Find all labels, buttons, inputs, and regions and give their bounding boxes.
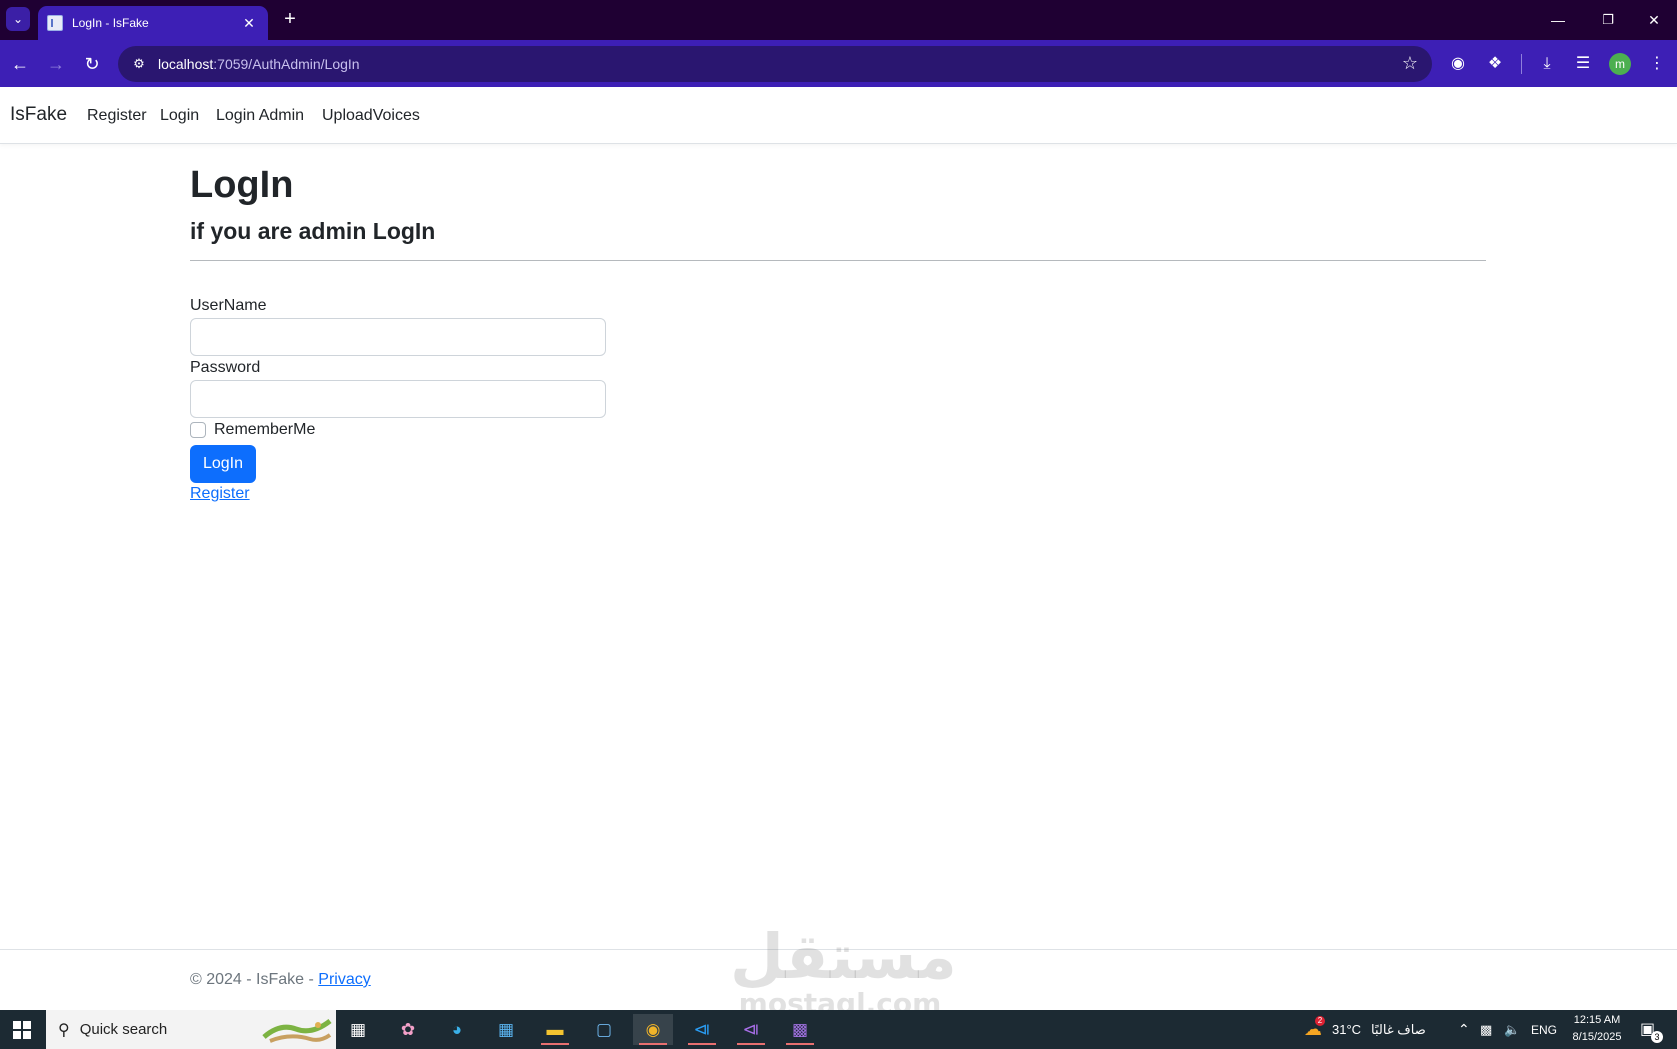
profile-avatar[interactable]: m xyxy=(1609,53,1631,75)
reload-icon[interactable]: ↻ xyxy=(78,50,106,78)
register-link[interactable]: Register xyxy=(190,485,250,503)
bookmark-star-icon[interactable]: ☆ xyxy=(1402,53,1418,74)
back-icon[interactable]: ← xyxy=(6,50,34,78)
menu-kebab-icon[interactable]: ⋮ xyxy=(1644,51,1670,77)
browser-tabbar: ⌄ LogIn - IsFake ✕ + — ❐ ✕ xyxy=(0,0,1677,40)
visual-studio-icon[interactable]: ⧏ xyxy=(731,1014,771,1045)
taskbar-search[interactable]: ⚲ Quick search xyxy=(46,1010,336,1049)
login-button[interactable]: LogIn xyxy=(190,445,256,483)
nav-link-upload-voices[interactable]: UploadVoices xyxy=(322,107,420,125)
reading-list-icon[interactable]: ☰ xyxy=(1570,51,1596,77)
tab-close-icon[interactable]: ✕ xyxy=(240,14,258,32)
terminal-icon[interactable]: ▩ xyxy=(780,1014,820,1045)
restore-icon[interactable]: ❐ xyxy=(1585,8,1631,32)
task-view-icon[interactable]: ▦ xyxy=(338,1014,378,1045)
clock-date: 8/15/2025 xyxy=(1572,1031,1622,1043)
site-navbar: IsFake Register Login Login Admin Upload… xyxy=(0,87,1677,144)
search-highlight-illustration xyxy=(262,1018,332,1043)
downloads-icon[interactable]: ⤓ xyxy=(1534,51,1560,77)
start-button[interactable] xyxy=(0,1010,44,1049)
nav-link-register[interactable]: Register xyxy=(87,107,147,125)
footer-copyright: © 2024 - IsFake - xyxy=(190,971,319,988)
browser-tab[interactable]: LogIn - IsFake ✕ xyxy=(38,6,268,40)
minimize-icon[interactable]: — xyxy=(1535,8,1581,32)
weather-badge: 2 xyxy=(1315,1016,1325,1026)
remember-me-row: RememberMe xyxy=(190,421,315,439)
password-label: Password xyxy=(190,359,261,376)
tab-search-icon[interactable]: ⌄ xyxy=(6,7,30,31)
app-laptop-icon[interactable]: ▢ xyxy=(584,1014,624,1045)
divider xyxy=(190,260,1486,261)
nav-link-login-admin[interactable]: Login Admin xyxy=(216,107,304,125)
password-input[interactable] xyxy=(190,380,606,418)
remember-me-label[interactable]: RememberMe xyxy=(214,421,315,439)
new-tab-icon[interactable]: + xyxy=(278,8,302,32)
url-path: :7059/AuthAdmin/LogIn xyxy=(213,56,360,72)
clock[interactable]: 12:15 AM 8/15/2025 xyxy=(1562,1012,1632,1046)
translate-icon[interactable]: ◉ xyxy=(1445,51,1471,77)
close-window-icon[interactable]: ✕ xyxy=(1631,8,1677,32)
page-favicon-icon xyxy=(47,15,63,31)
clock-time: 12:15 AM xyxy=(1573,1014,1621,1026)
edge-icon[interactable]: ◕ xyxy=(437,1014,477,1045)
page-title: LogIn xyxy=(190,164,294,206)
search-placeholder: Quick search xyxy=(79,1021,168,1038)
vscode-icon[interactable]: ⧏ xyxy=(682,1014,722,1045)
search-icon: ⚲ xyxy=(58,1021,70,1039)
windows-logo-icon xyxy=(13,1020,31,1039)
forward-icon[interactable]: → xyxy=(42,50,70,78)
weather-temp: 31°C xyxy=(1332,1022,1362,1037)
weather-widget[interactable]: ☁ 2 31°C صاف غالبًا xyxy=(1304,1010,1426,1049)
notification-count: 3 xyxy=(1651,1031,1663,1043)
copilot-icon[interactable]: ✿ xyxy=(388,1014,428,1045)
network-icon[interactable]: ▩ xyxy=(1480,1010,1492,1049)
screen: ⌄ LogIn - IsFake ✕ + — ❐ ✕ ← → ↻ ⚙ local… xyxy=(0,0,1677,1049)
tab-title: LogIn - IsFake xyxy=(72,16,149,30)
username-label: UserName xyxy=(190,297,267,314)
site-info-icon[interactable]: ⚙ xyxy=(128,53,150,75)
url-text: localhost:7059/AuthAdmin/LogIn xyxy=(158,56,360,72)
url-host: localhost xyxy=(158,56,214,72)
navbar-brand[interactable]: IsFake xyxy=(10,104,67,126)
page-subtitle: if you are admin LogIn xyxy=(190,218,436,244)
browser-toolbar: ← → ↻ ⚙ localhost:7059/AuthAdmin/LogIn ☆… xyxy=(0,40,1677,87)
weather-text: صاف غالبًا xyxy=(1371,1021,1426,1037)
extensions-icon[interactable]: ❖ xyxy=(1482,51,1508,77)
toolbar-separator xyxy=(1521,54,1522,74)
volume-icon[interactable]: 🔈 xyxy=(1504,1010,1520,1049)
file-explorer-icon[interactable]: ▬ xyxy=(535,1014,575,1045)
tray-chevron-icon[interactable]: ⌃ xyxy=(1458,1010,1470,1049)
store-icon[interactable]: ▦ xyxy=(486,1014,526,1045)
site-footer: © 2024 - IsFake - Privacy xyxy=(0,949,1677,1010)
language-indicator[interactable]: ENG xyxy=(1531,1010,1557,1049)
weather-sun-icon: ☁ 2 xyxy=(1304,1016,1325,1040)
privacy-link[interactable]: Privacy xyxy=(318,971,370,988)
remember-me-checkbox[interactable] xyxy=(190,422,206,438)
windows-taskbar: ⚲ Quick search ▦ ✿ ◕ ▦ ▬ ▢ ◉ ⧏ ⧏ ▩ ☁ 2 31… xyxy=(0,1010,1677,1049)
nav-link-login[interactable]: Login xyxy=(160,107,199,125)
address-bar[interactable]: ⚙ localhost:7059/AuthAdmin/LogIn ☆ xyxy=(118,46,1432,82)
username-input[interactable] xyxy=(190,318,606,356)
chrome-icon[interactable]: ◉ xyxy=(633,1014,673,1045)
footer-text: © 2024 - IsFake - Privacy xyxy=(190,971,371,989)
